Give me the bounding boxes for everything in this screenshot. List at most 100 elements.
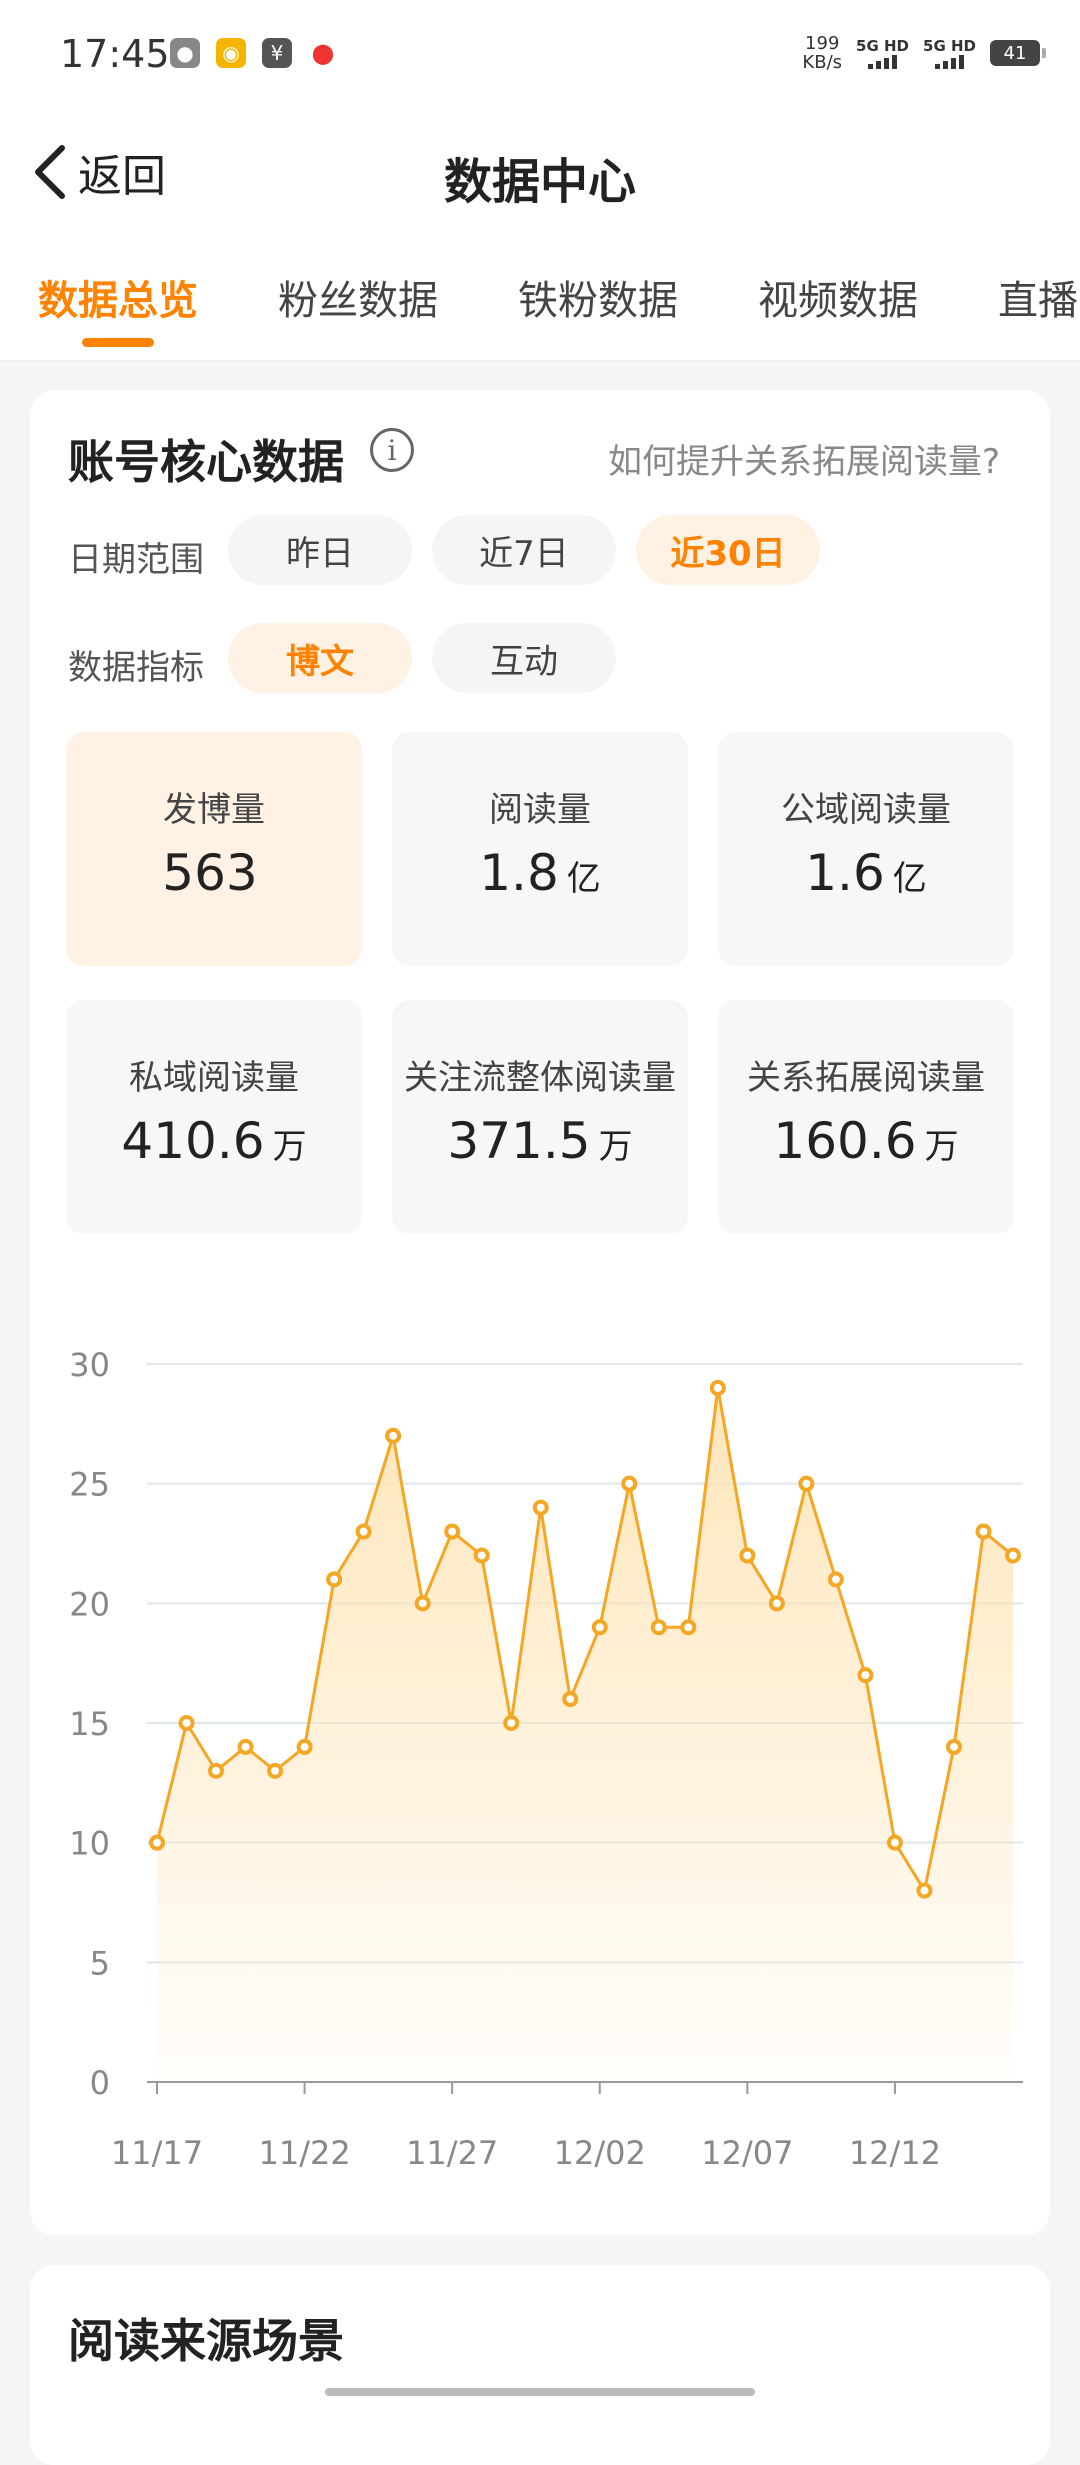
network-speed-value: 199 bbox=[805, 33, 840, 54]
data-point bbox=[827, 1571, 844, 1588]
metric-card-public-reads[interactable]: 公域阅读量 1.6 亿 bbox=[718, 732, 1014, 966]
metric-label: 阅读量 bbox=[489, 790, 591, 830]
battery-level: 41 bbox=[1003, 42, 1027, 64]
data-point bbox=[650, 1619, 667, 1636]
metric-option-interaction[interactable]: 互动 bbox=[432, 623, 616, 693]
metric-unit: 亿 bbox=[566, 859, 601, 899]
tab-overview[interactable]: 数据总览 bbox=[38, 268, 198, 347]
metric-option-posts[interactable]: 博文 bbox=[228, 623, 412, 693]
signal-sim2: 5G HD bbox=[923, 37, 976, 69]
metric-value: 410.6 万 bbox=[66, 1112, 362, 1170]
data-point bbox=[503, 1715, 520, 1731]
data-point bbox=[945, 1738, 962, 1755]
read-source-title: 阅读来源场景 bbox=[68, 2314, 344, 2368]
metric-card-private-reads[interactable]: 私域阅读量 410.6 万 bbox=[66, 1000, 362, 1234]
data-point bbox=[680, 1619, 697, 1636]
y-tick-label: 5 bbox=[90, 1944, 110, 1982]
date-option-yesterday[interactable]: 昨日 bbox=[228, 515, 412, 585]
battery-icon: 41 bbox=[990, 40, 1046, 66]
yuan-icon: ¥ bbox=[262, 38, 292, 68]
data-point bbox=[591, 1619, 608, 1636]
metric-card-follow-feed-reads[interactable]: 关注流整体阅读量 371.5 万 bbox=[392, 1000, 688, 1234]
data-point bbox=[444, 1523, 461, 1540]
x-tick-label: 12/02 bbox=[554, 2134, 646, 2172]
y-tick-label: 10 bbox=[69, 1825, 110, 1863]
x-tick-label: 12/07 bbox=[701, 2134, 793, 2172]
metric-value: 563 bbox=[66, 844, 362, 902]
metric-card-posts[interactable]: 发博量 563 bbox=[66, 732, 362, 966]
date-range-label: 日期范围 bbox=[68, 540, 204, 580]
y-tick-label: 15 bbox=[69, 1705, 110, 1743]
data-point bbox=[562, 1691, 579, 1708]
data-point bbox=[709, 1379, 726, 1396]
x-tick-label: 11/27 bbox=[406, 2134, 498, 2172]
info-glyph: i bbox=[387, 433, 397, 467]
tab-active-indicator bbox=[82, 338, 154, 347]
tab-label: 粉丝数据 bbox=[278, 278, 438, 324]
data-point bbox=[326, 1571, 343, 1588]
app-header: 返回 数据中心 bbox=[0, 110, 1080, 240]
tab-bar: 数据总览 粉丝数据 铁粉数据 视频数据 直播 bbox=[0, 240, 1080, 361]
data-point bbox=[857, 1667, 874, 1684]
y-tick-label: 0 bbox=[90, 2064, 110, 2102]
wechat-icon: ● bbox=[170, 38, 200, 68]
data-point bbox=[739, 1547, 756, 1564]
data-point bbox=[886, 1834, 903, 1851]
data-point bbox=[208, 1762, 225, 1779]
x-tick-label: 11/22 bbox=[258, 2134, 350, 2172]
status-app-icons: ● ◉ ¥ ⬤ bbox=[170, 38, 338, 68]
data-point bbox=[414, 1595, 431, 1612]
tab-label: 视频数据 bbox=[758, 278, 918, 324]
metric-label: 关注流整体阅读量 bbox=[404, 1058, 676, 1098]
data-point bbox=[473, 1547, 490, 1564]
home-indicator[interactable] bbox=[325, 2388, 755, 2396]
tab-label: 直播 bbox=[998, 278, 1078, 324]
tab-label: 铁粉数据 bbox=[518, 278, 678, 324]
help-link[interactable]: 如何提升关系拓展阅读量? bbox=[608, 434, 1000, 483]
metric-card-relation-reads[interactable]: 关系拓展阅读量 160.6 万 bbox=[718, 1000, 1014, 1234]
metric-label: 发博量 bbox=[163, 790, 265, 830]
tab-fans[interactable]: 粉丝数据 bbox=[278, 268, 438, 326]
metric-label: 公域阅读量 bbox=[781, 790, 951, 830]
weibo-icon: ◉ bbox=[216, 38, 246, 68]
data-point bbox=[178, 1715, 195, 1731]
network-speed: 199 KB/s bbox=[802, 34, 842, 72]
data-point bbox=[149, 1834, 165, 1851]
tab-live[interactable]: 直播 bbox=[998, 268, 1078, 326]
date-option-30days[interactable]: 近30日 bbox=[636, 515, 820, 585]
metric-value: 371.5 万 bbox=[392, 1112, 688, 1170]
status-time: 17:45 bbox=[60, 32, 170, 76]
status-right: 199 KB/s 5G HD 5G HD 41 bbox=[802, 34, 1046, 72]
sim1-label: 5G HD bbox=[856, 36, 910, 55]
data-point bbox=[385, 1427, 402, 1444]
area-fill bbox=[157, 1387, 1013, 2082]
metric-number: 371.5 bbox=[447, 1112, 591, 1170]
data-point bbox=[621, 1475, 638, 1492]
map-pin-icon: ⬤ bbox=[308, 38, 338, 68]
data-point bbox=[296, 1738, 313, 1755]
card-title: 账号核心数据 bbox=[68, 435, 344, 489]
date-option-7days[interactable]: 近7日 bbox=[432, 515, 616, 585]
metric-number: 563 bbox=[162, 844, 258, 902]
metric-number: 1.6 bbox=[805, 844, 885, 902]
y-tick-label: 20 bbox=[69, 1585, 110, 1623]
metric-type-label: 数据指标 bbox=[68, 648, 204, 688]
metric-card-reads[interactable]: 阅读量 1.8 亿 bbox=[392, 732, 688, 966]
metric-unit: 万 bbox=[924, 1127, 959, 1167]
tab-label: 数据总览 bbox=[38, 278, 198, 324]
metric-number: 160.6 bbox=[773, 1112, 917, 1170]
y-tick-label: 30 bbox=[69, 1346, 110, 1384]
data-point bbox=[267, 1762, 284, 1779]
y-tick-label: 25 bbox=[69, 1466, 110, 1504]
signal-sim1: 5G HD bbox=[856, 36, 910, 69]
tab-iron-fans[interactable]: 铁粉数据 bbox=[518, 268, 678, 326]
read-source-card: 阅读来源场景 bbox=[30, 2265, 1050, 2465]
metric-value: 1.8 亿 bbox=[392, 844, 688, 902]
metric-unit: 万 bbox=[598, 1127, 633, 1167]
tab-video[interactable]: 视频数据 bbox=[758, 268, 918, 326]
signal-bars-icon bbox=[923, 54, 976, 69]
info-icon[interactable]: i bbox=[370, 428, 414, 472]
metric-label: 关系拓展阅读量 bbox=[747, 1058, 985, 1098]
page-title: 数据中心 bbox=[443, 154, 636, 210]
metric-value: 1.6 亿 bbox=[718, 844, 1014, 902]
